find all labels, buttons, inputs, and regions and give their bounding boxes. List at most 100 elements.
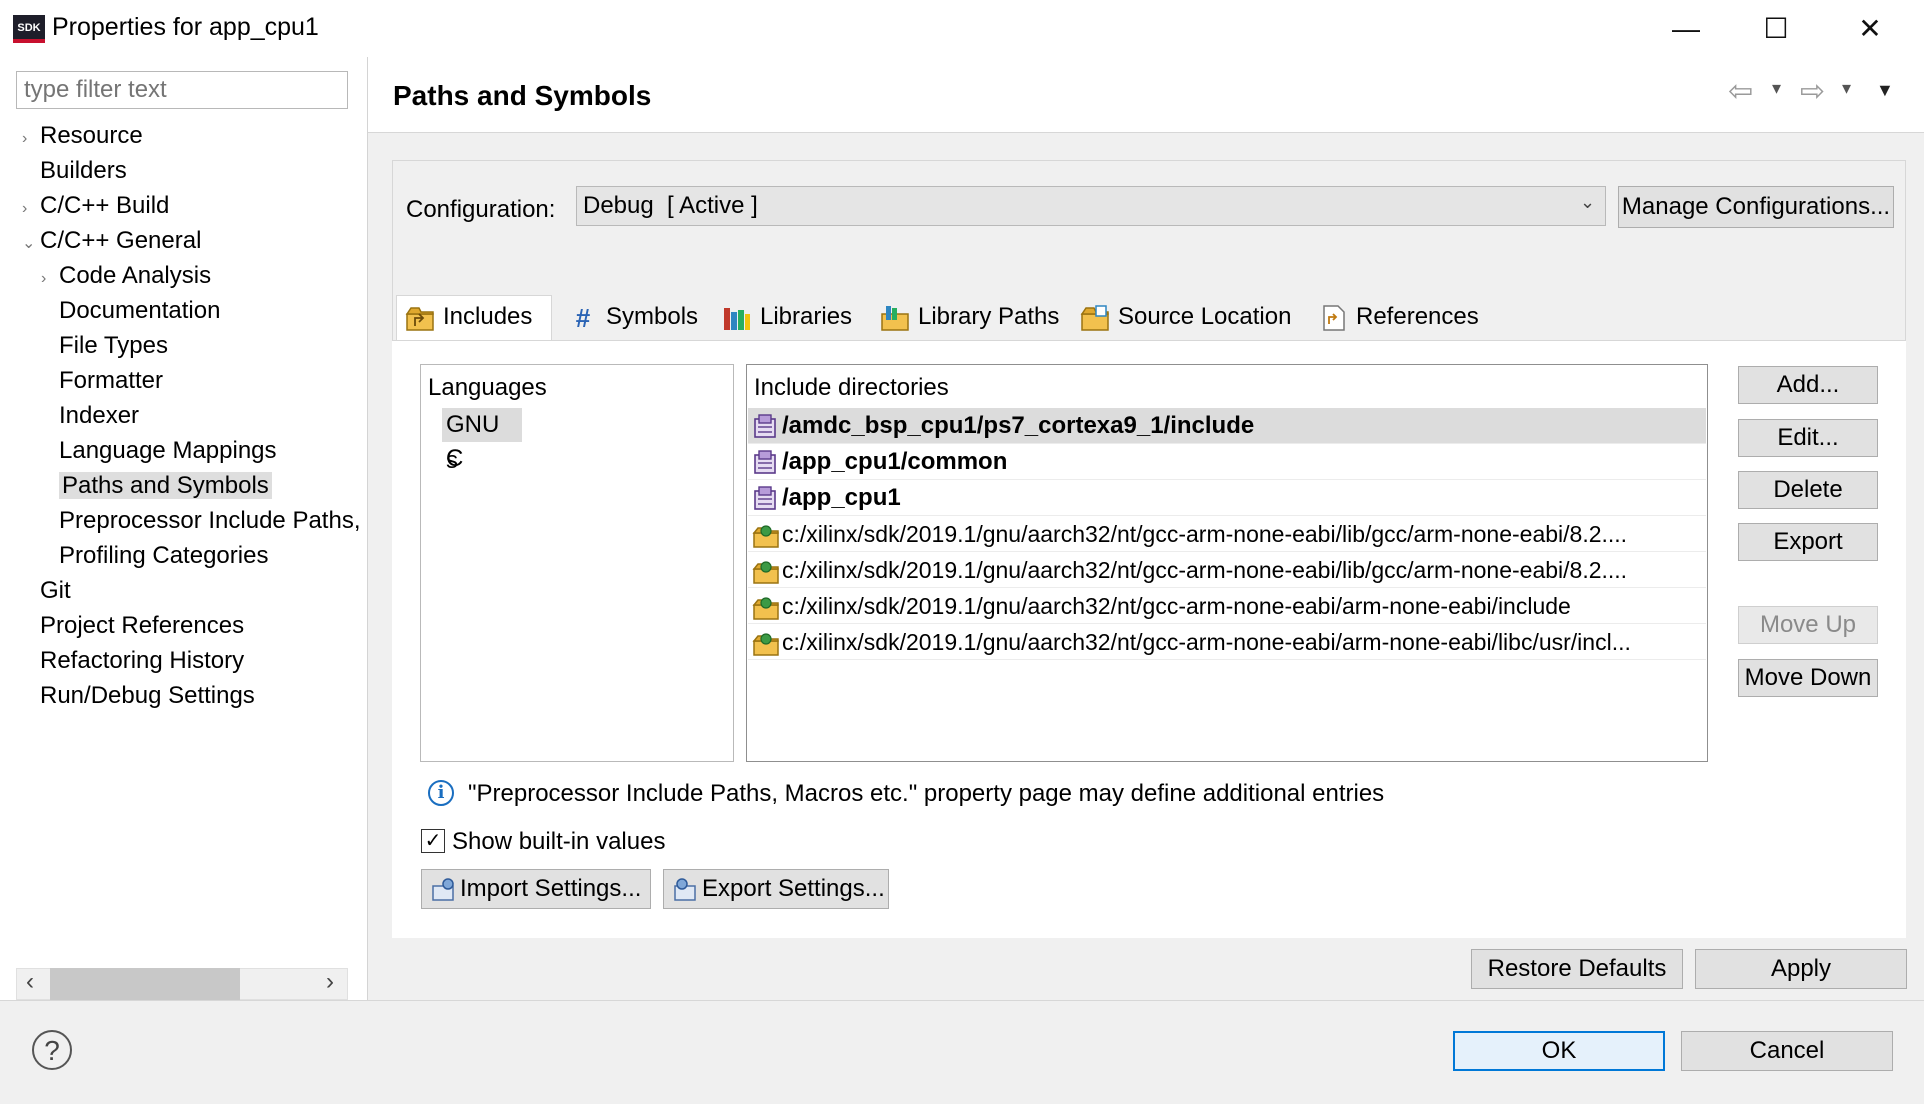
source-folder-icon [1080, 304, 1109, 331]
export-settings-icon [674, 877, 696, 901]
tree-item-label: Preprocessor Include Paths, [59, 507, 361, 534]
tab-symbols[interactable]: # Symbols [560, 296, 706, 338]
include-row[interactable]: c:/xilinx/sdk/2019.1/gnu/aarch32/nt/gcc-… [748, 624, 1706, 660]
workspace-include-icon [754, 413, 776, 438]
tree-item-label: Refactoring History [40, 647, 245, 674]
move-up-button[interactable]: Move Up [1738, 606, 1878, 644]
include-row[interactable]: c:/xilinx/sdk/2019.1/gnu/aarch32/nt/gcc-… [748, 516, 1706, 552]
builtin-include-folder-icon [752, 525, 779, 548]
tree-item[interactable]: Run/Debug Settings [22, 678, 255, 713]
export-button[interactable]: Export [1738, 523, 1878, 561]
include-path: c:/xilinx/sdk/2019.1/gnu/aarch32/nt/gcc-… [782, 593, 1571, 619]
apply-button[interactable]: Apply [1695, 949, 1907, 989]
back-arrow-icon[interactable]: ⇦ [1728, 74, 1753, 109]
configuration-select[interactable]: Debug [ Active ] [576, 186, 1606, 226]
show-builtin-label[interactable]: Show built-in values [452, 828, 665, 856]
close-button[interactable]: ✕ [1826, 0, 1914, 57]
scroll-right-icon[interactable]: › [326, 968, 334, 996]
tab-label: Source Location [1118, 303, 1292, 330]
builtin-include-folder-icon [752, 597, 779, 620]
configuration-label: Configuration: [406, 196, 556, 223]
forward-arrow-icon[interactable]: ⇨ [1800, 74, 1825, 109]
language-item[interactable]: s [446, 444, 458, 478]
back-menu-caret-icon[interactable]: ▾ [1772, 78, 1781, 99]
export-settings-button[interactable]: Export Settings... [663, 869, 889, 909]
books-icon [724, 307, 750, 330]
language-item[interactable]: GNU C [442, 408, 522, 472]
include-row[interactable]: c:/xilinx/sdk/2019.1/gnu/aarch32/nt/gcc-… [748, 552, 1706, 588]
include-directories-header: Include directories [754, 374, 949, 401]
tree-item[interactable]: ⌄ C/C++ General [22, 223, 201, 258]
manage-configurations-button[interactable]: Manage Configurations... [1618, 186, 1894, 228]
tree-item[interactable]: Language Mappings [41, 433, 277, 468]
tree-item[interactable]: Refactoring History [22, 643, 244, 678]
forward-menu-caret-icon[interactable]: ▾ [1842, 78, 1851, 99]
minimize-button[interactable]: — [1642, 0, 1730, 57]
tree-item[interactable]: › Code Analysis [41, 258, 211, 293]
library-path-icon [881, 305, 909, 331]
tree-item-label: Indexer [59, 402, 140, 429]
tree-item-label: Language Mappings [59, 437, 277, 464]
add-button[interactable]: Add... [1738, 366, 1878, 404]
import-settings-label: Import Settings... [460, 875, 642, 902]
cancel-button[interactable]: Cancel [1681, 1031, 1893, 1071]
tab-label: Includes [443, 303, 533, 330]
tree-item[interactable]: Documentation [41, 293, 220, 328]
chevron-down-icon[interactable]: ⌄ [22, 226, 40, 261]
include-path: c:/xilinx/sdk/2019.1/gnu/aarch32/nt/gcc-… [782, 557, 1628, 583]
tree-item[interactable]: Paths and Symbols [41, 468, 272, 503]
languages-header: Languages [428, 374, 547, 401]
tree-item-label: Profiling Categories [59, 542, 269, 569]
edit-button[interactable]: Edit... [1738, 419, 1878, 457]
delete-button[interactable]: Delete [1738, 471, 1878, 509]
tree-item-label: C/C++ Build [40, 192, 170, 219]
tree-item[interactable]: Profiling Categories [41, 538, 268, 573]
chevron-right-icon[interactable]: › [22, 191, 40, 226]
tree-item[interactable]: › Resource [22, 118, 143, 153]
include-row[interactable]: c:/xilinx/sdk/2019.1/gnu/aarch32/nt/gcc-… [748, 588, 1706, 624]
tree-item[interactable]: Builders [22, 153, 127, 188]
tree-item[interactable]: › C/C++ Build [22, 188, 169, 223]
tab-label: Library Paths [918, 303, 1060, 330]
include-path: /amdc_bsp_cpu1/ps7_cortexa9_1/include [782, 412, 1255, 439]
tree-item[interactable]: Preprocessor Include Paths, [41, 503, 361, 538]
include-path: /app_cpu1/common [782, 448, 1008, 475]
ok-button[interactable]: OK [1453, 1031, 1665, 1071]
tree-item-label: Documentation [59, 297, 221, 324]
tree-item-label: Paths and Symbols [59, 472, 272, 499]
tab-source-location[interactable]: Source Location [1072, 296, 1296, 338]
show-builtin-checkbox[interactable]: ✓ [421, 829, 445, 853]
tree-item-label: Resource [40, 122, 143, 149]
tab-includes[interactable]: Includes [396, 295, 552, 340]
chevron-down-icon[interactable]: ⌄ [1580, 192, 1595, 213]
tab-references[interactable]: References [1310, 296, 1490, 338]
include-row[interactable]: /amdc_bsp_cpu1/ps7_cortexa9_1/include [748, 408, 1706, 444]
tree-item[interactable]: Indexer [41, 398, 139, 433]
page-title: Paths and Symbols [393, 80, 652, 111]
tree-item[interactable]: Git [22, 573, 71, 608]
chevron-right-icon[interactable]: › [22, 121, 40, 156]
tab-label: Symbols [606, 303, 699, 330]
tree-item-label: Git [40, 577, 71, 604]
tree-item[interactable]: Project References [22, 608, 244, 643]
builtin-include-folder-icon [752, 561, 779, 584]
includes-folder-icon [405, 306, 434, 331]
tab-library-paths[interactable]: Library Paths [872, 296, 1062, 338]
tree-item[interactable]: Formatter [41, 363, 163, 398]
tab-libraries[interactable]: Libraries [714, 296, 864, 338]
view-menu-icon[interactable]: ▼ [1876, 80, 1894, 101]
include-row[interactable]: /app_cpu1 [748, 480, 1706, 516]
move-down-button[interactable]: Move Down [1738, 659, 1878, 697]
scroll-left-icon[interactable]: ‹ [26, 968, 34, 996]
include-row[interactable]: /app_cpu1/common [748, 444, 1706, 480]
tree-item[interactable]: File Types [41, 328, 168, 363]
help-icon[interactable]: ? [32, 1030, 72, 1070]
window-title: Properties for app_cpu1 [52, 13, 319, 41]
restore-defaults-button[interactable]: Restore Defaults [1471, 949, 1683, 989]
hash-icon: # [575, 302, 591, 333]
scrollbar-thumb[interactable] [50, 968, 240, 1000]
chevron-right-icon[interactable]: › [41, 261, 59, 296]
maximize-button[interactable]: ☐ [1732, 0, 1820, 57]
filter-input[interactable] [16, 71, 348, 109]
import-settings-button[interactable]: Import Settings... [421, 869, 651, 909]
